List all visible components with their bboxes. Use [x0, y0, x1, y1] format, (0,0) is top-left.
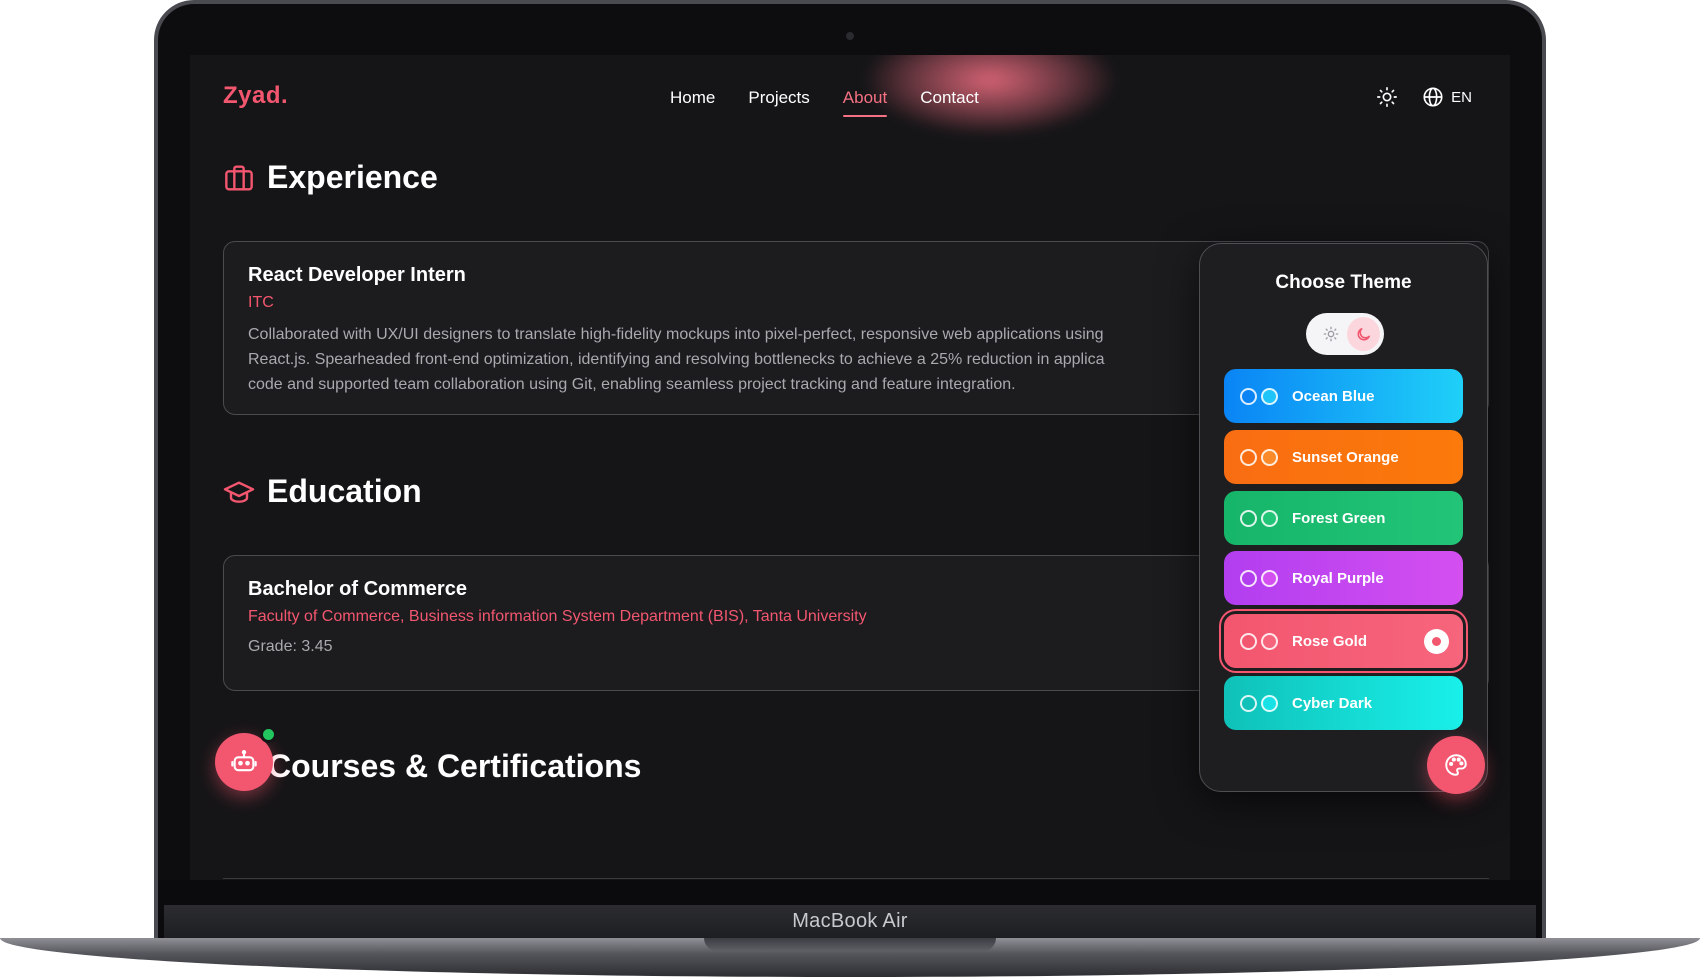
- swatch-dot: [1240, 694, 1257, 712]
- theme-option-label: Royal Purple: [1292, 569, 1384, 587]
- language-button[interactable]: EN: [1422, 86, 1472, 108]
- theme-swatch: [1240, 387, 1278, 405]
- swatch-dot: [1261, 387, 1278, 405]
- robot-icon: [231, 749, 257, 772]
- globe-icon: [1423, 87, 1443, 107]
- swatch-dot: [1261, 694, 1278, 712]
- dark-mode-button[interactable]: [1347, 317, 1380, 351]
- sun-icon: [1323, 326, 1338, 342]
- palette-icon: [1445, 754, 1467, 776]
- theme-swatch: [1240, 694, 1278, 712]
- device-label: MacBook Air: [792, 910, 908, 932]
- screen: Zyad. Home Projects About Contact EN Exp…: [190, 55, 1510, 880]
- swatch-dot: [1261, 448, 1278, 466]
- theme-swatch: [1240, 509, 1278, 527]
- theme-option-label: Cyber Dark: [1292, 694, 1373, 712]
- theme-option-label: Rose Gold: [1292, 632, 1368, 650]
- theme-option-rose-gold[interactable]: Rose Gold: [1224, 614, 1463, 668]
- theme-swatch: [1240, 569, 1278, 587]
- laptop-notch: [704, 938, 996, 951]
- swatch-dot: [1261, 632, 1278, 650]
- swatch-dot: [1240, 448, 1257, 466]
- nav-about-link[interactable]: About: [842, 88, 888, 117]
- graduation-cap-icon: [223, 480, 255, 503]
- experience-heading: Experience: [223, 159, 438, 196]
- theme-swatch: [1240, 448, 1278, 466]
- camera: [846, 32, 854, 40]
- courses-heading: Courses & Certifications: [268, 748, 641, 785]
- swatch-dot: [1261, 569, 1278, 587]
- briefcase-icon: [225, 164, 253, 191]
- logo[interactable]: Zyad.: [223, 82, 288, 110]
- nav-links: Home Projects About Contact: [670, 88, 979, 117]
- language-label: EN: [1451, 88, 1472, 106]
- mode-toggle: [1306, 313, 1384, 355]
- theme-option-ocean-blue[interactable]: Ocean Blue: [1224, 369, 1463, 423]
- selected-check-icon: [1424, 629, 1449, 654]
- education-heading: Education: [223, 473, 422, 510]
- swatch-dot: [1261, 509, 1278, 527]
- theme-palette-button[interactable]: [1427, 736, 1485, 794]
- theme-option-forest-green[interactable]: Forest Green: [1224, 491, 1463, 545]
- courses-card-edge: [223, 878, 1489, 879]
- nav-contact-link[interactable]: Contact: [920, 88, 979, 108]
- theme-panel-title: Choose Theme: [1275, 272, 1412, 293]
- theme-option-label: Ocean Blue: [1292, 387, 1375, 405]
- swatch-dot: [1240, 509, 1257, 527]
- theme-panel: Choose Theme Ocean Blue Sunset Orange Fo…: [1199, 243, 1488, 792]
- light-mode-button[interactable]: [1314, 317, 1347, 351]
- swatch-dot: [1240, 387, 1257, 405]
- theme-option-label: Sunset Orange: [1292, 448, 1399, 466]
- theme-option-royal-purple[interactable]: Royal Purple: [1224, 551, 1463, 605]
- moon-icon: [1357, 327, 1370, 340]
- nav-projects-link[interactable]: Projects: [748, 88, 809, 108]
- theme-swatch: [1240, 632, 1278, 650]
- theme-option-sunset-orange[interactable]: Sunset Orange: [1224, 430, 1463, 484]
- education-title: Education: [267, 473, 422, 509]
- swatch-dot: [1240, 569, 1257, 587]
- nav-actions: EN: [1376, 86, 1472, 108]
- theme-toggle-button[interactable]: [1376, 86, 1398, 108]
- sun-icon: [1377, 87, 1398, 107]
- nav-home-link[interactable]: Home: [670, 88, 715, 108]
- courses-title: Courses & Certifications: [268, 748, 642, 784]
- theme-option-cyber-dark[interactable]: Cyber Dark: [1224, 676, 1463, 730]
- swatch-dot: [1240, 632, 1257, 650]
- experience-title: Experience: [267, 159, 438, 195]
- theme-option-label: Forest Green: [1292, 509, 1386, 527]
- online-status-dot: [260, 726, 277, 743]
